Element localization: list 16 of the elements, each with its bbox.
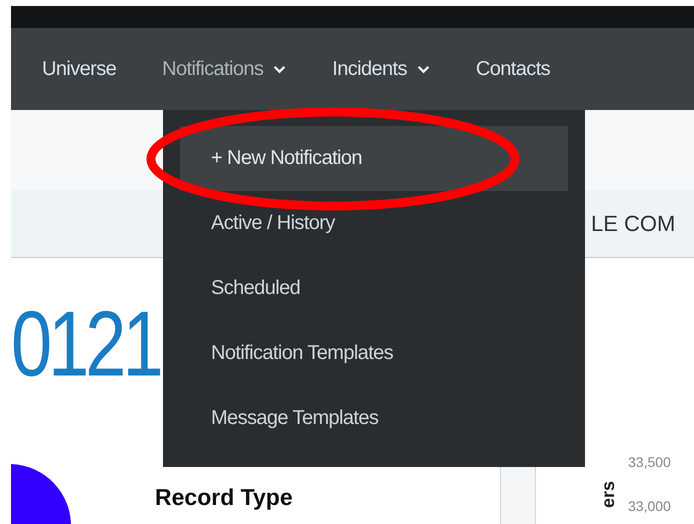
nav-menu-item[interactable]: Incidents <box>332 58 430 80</box>
menu-item[interactable]: + New Notification <box>180 126 568 191</box>
nav-menu-item[interactable]: Universe <box>42 58 116 80</box>
menu-item[interactable]: Scheduled <box>180 256 568 321</box>
chart-title: Record Type <box>155 484 294 511</box>
big-number: 0121 <box>11 298 160 390</box>
axis-tick-label: 33,500 <box>628 454 671 470</box>
axis-title: ers <box>598 480 616 508</box>
axis-tick-label: 33,000 <box>628 498 671 514</box>
menu-item[interactable]: Message Templates <box>180 386 568 451</box>
menu-item[interactable]: Notification Templates <box>180 321 568 386</box>
nav-menu-item[interactable]: Contacts <box>476 58 550 80</box>
pie-chart <box>11 464 71 524</box>
sub-header-title: LE COM <box>591 210 676 236</box>
nav-menu-item[interactable]: Notifications <box>162 58 286 80</box>
menu-item[interactable]: Active / History <box>180 191 568 256</box>
